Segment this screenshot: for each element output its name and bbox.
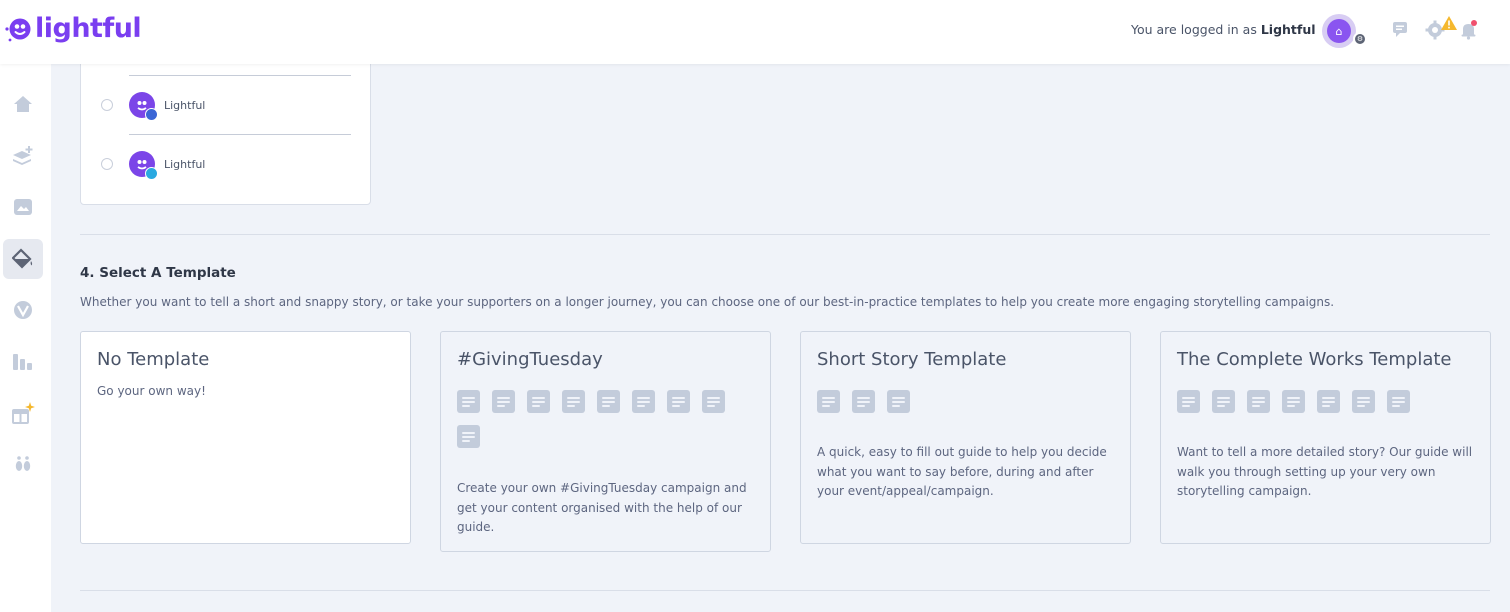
template-step-icon [457, 390, 480, 413]
layers-add-icon [13, 146, 33, 165]
template-title: No Template [97, 349, 210, 370]
template-step-icon [492, 390, 515, 413]
template-step-icon [527, 390, 550, 413]
template-step-icon [1352, 390, 1375, 413]
sidebar-item-home[interactable] [3, 84, 43, 124]
sidebar [0, 64, 51, 612]
template-description: Want to tell a more detailed story? Our … [1177, 445, 1473, 498]
template-title: The Complete Works Template [1177, 349, 1452, 370]
notifications-bell-icon[interactable] [1459, 20, 1479, 44]
analytics-icon [13, 354, 32, 370]
template-step-icon [702, 390, 725, 413]
account-radio[interactable] [101, 99, 113, 111]
account-row[interactable]: Lightful [81, 144, 372, 184]
account-selection-card: Lightful Lightful [80, 49, 372, 205]
account-divider [129, 75, 351, 76]
brand-logo[interactable]: lightful [4, 13, 142, 44]
sidebar-item-storytelling[interactable] [3, 239, 43, 279]
template-step-icon [1177, 390, 1200, 413]
sidebar-item-media[interactable] [3, 187, 43, 227]
lightful-logo-icon [4, 14, 34, 44]
sidebar-item-create[interactable] [3, 136, 43, 176]
template-step-icon [1317, 390, 1340, 413]
section-divider [80, 590, 1490, 591]
account-row[interactable]: Lightful [81, 85, 372, 125]
sidebar-item-vantage[interactable] [3, 290, 43, 330]
template-step-icons [817, 390, 1117, 413]
template-description: Create your own #GivingTuesday campaign … [457, 481, 747, 534]
template-section-title: 4. Select A Template [80, 265, 236, 281]
sidebar-item-gifts[interactable] [3, 393, 43, 433]
template-card-no-template[interactable]: No Template Go your own way! [80, 331, 411, 544]
template-step-icon [1387, 390, 1410, 413]
template-section-description: Whether you want to tell a short and sna… [80, 295, 1335, 309]
template-card-complete-works[interactable]: The Complete Works Template Want to tell… [1160, 331, 1491, 544]
template-step-icon [457, 425, 480, 448]
gift-sparkle-icon [12, 402, 35, 424]
sidebar-item-analytics[interactable] [3, 341, 43, 381]
account-radio[interactable] [101, 158, 113, 170]
media-icon [14, 199, 32, 215]
template-step-icons [1177, 390, 1477, 413]
template-step-icon [667, 390, 690, 413]
template-description: A quick, easy to fill out guide to help … [817, 445, 1107, 498]
template-step-icon [597, 390, 620, 413]
account-divider [129, 134, 351, 135]
template-step-icon [852, 390, 875, 413]
twitter-badge-icon [145, 167, 158, 180]
template-subtitle: Go your own way! [97, 384, 206, 398]
account-avatar [129, 92, 158, 121]
template-card-short-story[interactable]: Short Story Template A quick, easy to fi… [800, 331, 1131, 544]
login-status: You are logged in as Lightful [1131, 22, 1316, 37]
template-card-giving-tuesday[interactable]: #GivingTuesday Create your own #GivingTu… [440, 331, 771, 552]
template-step-icon [1247, 390, 1270, 413]
facebook-badge-icon [145, 108, 158, 121]
account-name: Lightful [164, 98, 206, 112]
footsteps-icon [15, 456, 31, 471]
paint-bucket-icon [12, 248, 33, 269]
messages-icon[interactable] [1391, 20, 1409, 42]
template-step-icon [817, 390, 840, 413]
template-step-icons [457, 390, 757, 448]
template-step-icon [1212, 390, 1235, 413]
brand-name: lightful [35, 13, 142, 44]
warning-icon[interactable] [1441, 15, 1457, 34]
top-bar: lightful You are logged in as Lightful ⌂… [0, 0, 1510, 64]
vantage-icon [14, 301, 32, 319]
login-prefix: You are logged in as [1131, 22, 1257, 37]
sidebar-item-community[interactable] [3, 444, 43, 484]
template-step-icon [1282, 390, 1305, 413]
user-avatar[interactable]: ⌂ [1322, 14, 1356, 48]
template-step-icon [562, 390, 585, 413]
main-content: Lightful Lightful 4. Select A Template W… [51, 49, 1510, 612]
account-avatar [129, 151, 158, 180]
avatar-home-icon: ⌂ [1327, 19, 1351, 43]
account-name: Lightful [164, 157, 206, 171]
section-divider [80, 234, 1490, 235]
home-icon [14, 96, 32, 112]
template-step-icon [632, 390, 655, 413]
login-user-name: Lightful [1260, 22, 1316, 37]
template-step-icon [887, 390, 910, 413]
template-title: Short Story Template [817, 349, 1007, 370]
avatar-settings-badge-icon: ⚙ [1353, 32, 1367, 46]
template-title: #GivingTuesday [457, 349, 603, 370]
